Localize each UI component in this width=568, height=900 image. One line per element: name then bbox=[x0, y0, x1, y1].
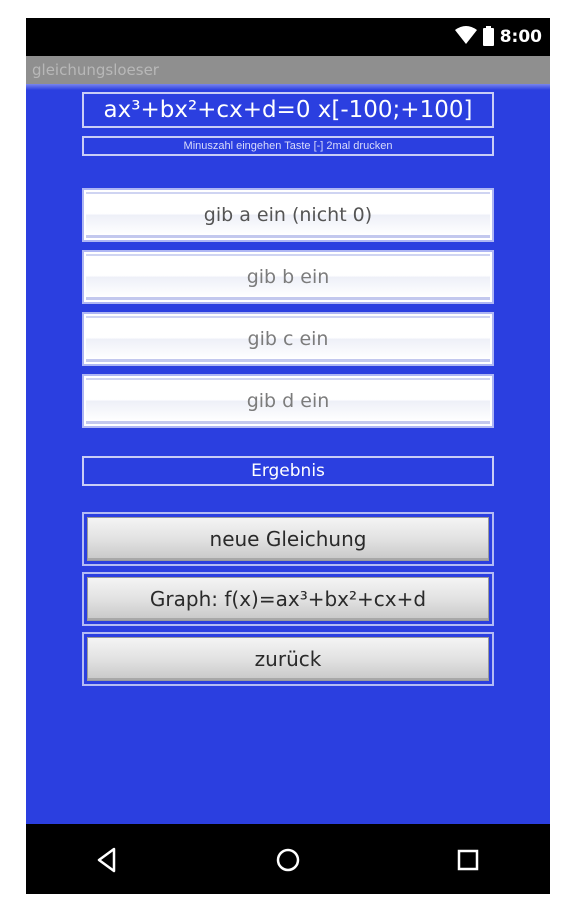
wifi-icon bbox=[454, 25, 477, 49]
app-title-bar: gleichungsloeser bbox=[26, 56, 550, 84]
input-c-field[interactable] bbox=[86, 316, 490, 362]
input-c-container bbox=[82, 312, 494, 366]
back-triangle-icon[interactable] bbox=[90, 842, 126, 878]
battery-icon bbox=[482, 26, 494, 46]
navigation-bar bbox=[26, 824, 550, 894]
input-a-field[interactable] bbox=[86, 192, 490, 238]
input-a-container bbox=[82, 188, 494, 242]
new-equation-button[interactable]: neue Gleichung bbox=[87, 517, 489, 561]
back-button[interactable]: zurück bbox=[87, 637, 489, 681]
app-title: gleichungsloeser bbox=[32, 61, 159, 79]
graph-button-frame: Graph: f(x)=ax³+bx²+cx+d bbox=[82, 572, 494, 626]
status-icons: 8:00 bbox=[454, 24, 542, 50]
equation-label: ax³+bx²+cx+d=0 x[-100;+100] bbox=[82, 92, 494, 128]
input-d-container bbox=[82, 374, 494, 428]
home-circle-icon[interactable] bbox=[270, 842, 306, 878]
input-d-field[interactable] bbox=[86, 378, 490, 424]
new-equation-button-frame: neue Gleichung bbox=[82, 512, 494, 566]
result-label: Ergebnis bbox=[82, 456, 494, 486]
negative-number-hint: Minuszahl eingehen Taste [-] 2mal drucke… bbox=[82, 136, 494, 156]
main-content: ax³+bx²+cx+d=0 x[-100;+100] Minuszahl ei… bbox=[26, 84, 550, 824]
input-b-field[interactable] bbox=[86, 254, 490, 300]
status-time: 8:00 bbox=[499, 27, 542, 47]
recents-square-icon[interactable] bbox=[450, 842, 486, 878]
status-bar: 8:00 bbox=[26, 18, 550, 56]
phone-screen: 8:00 gleichungsloeser ax³+bx²+cx+d=0 x[-… bbox=[26, 18, 550, 894]
input-b-container bbox=[82, 250, 494, 304]
back-button-frame: zurück bbox=[82, 632, 494, 686]
graph-button[interactable]: Graph: f(x)=ax³+bx²+cx+d bbox=[87, 577, 489, 621]
